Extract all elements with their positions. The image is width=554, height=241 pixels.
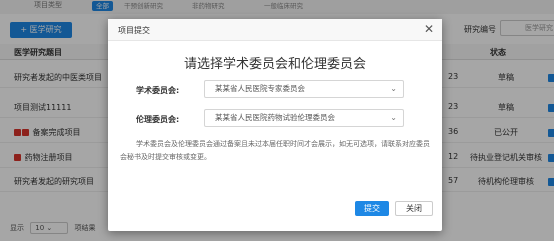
ethics-committee-value: 某某省人民医院药物试验伦理委员会 bbox=[215, 113, 335, 122]
chevron-down-icon: ⌄ bbox=[390, 84, 397, 93]
submit-project-dialog: 项目提交 ✕ 请选择学术委员会和伦理委员会 学术委员会: 某某省人民医院专家委员… bbox=[108, 19, 442, 231]
dialog-note: 学术委员会及伦理委员会通过备案且未过本届任职时间才会展示，如无可选项，请联系对应… bbox=[120, 140, 430, 161]
close-button[interactable]: 关闭 bbox=[395, 201, 433, 216]
ethics-committee-select[interactable]: 某某省人民医院药物试验伦理委员会 ⌄ bbox=[204, 109, 404, 127]
academic-committee-select[interactable]: 某某省人民医院专家委员会 ⌄ bbox=[204, 80, 404, 98]
dialog-title: 项目提交 bbox=[118, 26, 150, 35]
dialog-header: 项目提交 ✕ bbox=[108, 19, 442, 41]
academic-committee-label: 学术委员会: bbox=[136, 86, 180, 95]
academic-committee-value: 某某省人民医院专家委员会 bbox=[215, 84, 305, 93]
chevron-down-icon: ⌄ bbox=[390, 113, 397, 122]
dialog-heading: 请选择学术委员会和伦理委员会 bbox=[183, 57, 366, 72]
submit-button[interactable]: 提交 bbox=[355, 201, 389, 216]
close-icon[interactable]: ✕ bbox=[424, 23, 434, 35]
ethics-committee-label: 伦理委员会: bbox=[136, 115, 180, 124]
